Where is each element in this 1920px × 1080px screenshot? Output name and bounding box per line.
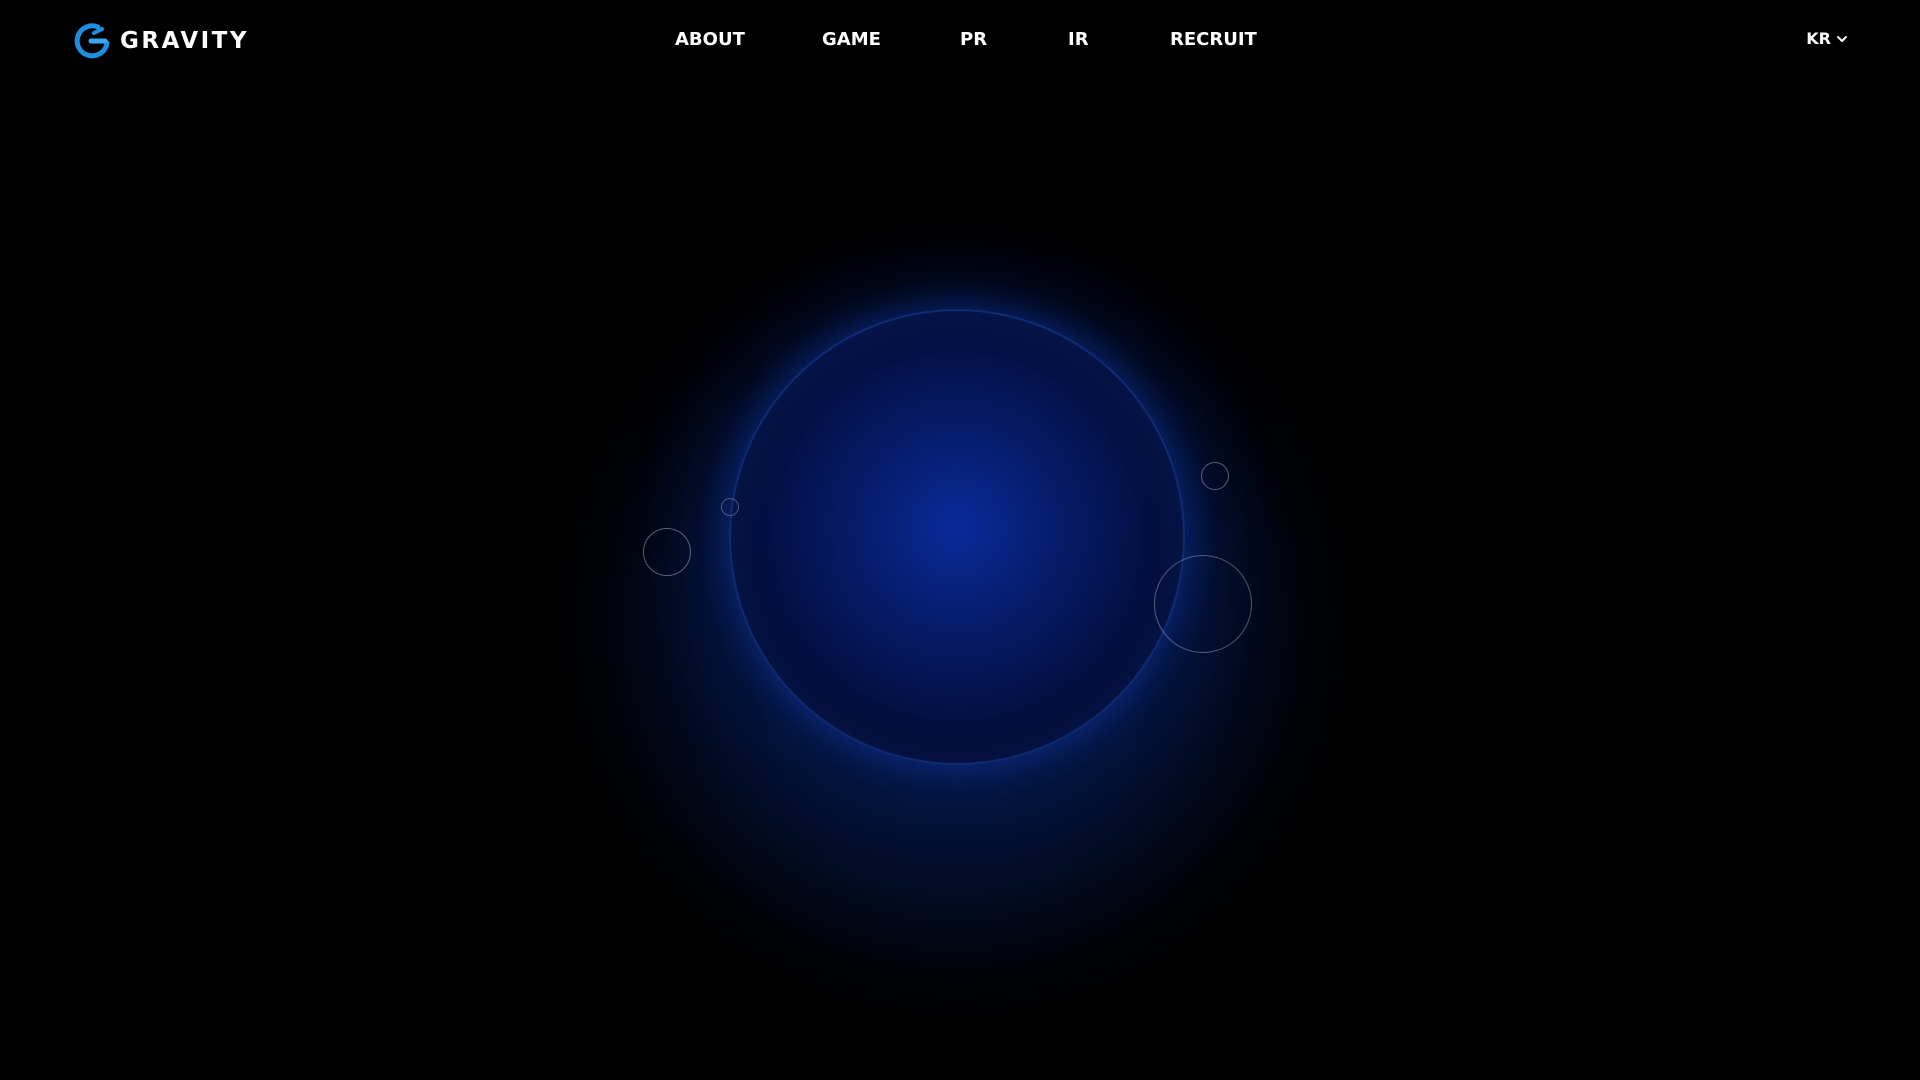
site-header: GRAVITY ABOUT GAME PR IR RECRUIT KR: [0, 0, 1920, 80]
floating-bubble: [1201, 462, 1229, 490]
planet-orb: [729, 309, 1185, 765]
floating-bubble: [1154, 555, 1252, 653]
nav-item-pr[interactable]: PR: [960, 24, 987, 56]
main-nav: ABOUT GAME PR IR RECRUIT: [0, 24, 1920, 56]
page: GRAVITY ABOUT GAME PR IR RECRUIT KR: [0, 0, 1920, 1080]
nav-item-ir[interactable]: IR: [1068, 24, 1089, 56]
hero-section: [0, 80, 1920, 1080]
language-label: KR: [1806, 29, 1831, 48]
nav-item-recruit[interactable]: RECRUIT: [1170, 24, 1257, 56]
floating-bubble: [643, 528, 691, 576]
chevron-down-icon: [1837, 36, 1847, 42]
language-selector[interactable]: KR: [1806, 24, 1848, 54]
nav-item-about[interactable]: ABOUT: [675, 24, 745, 56]
nav-item-game[interactable]: GAME: [822, 24, 881, 56]
floating-bubble: [721, 498, 739, 516]
